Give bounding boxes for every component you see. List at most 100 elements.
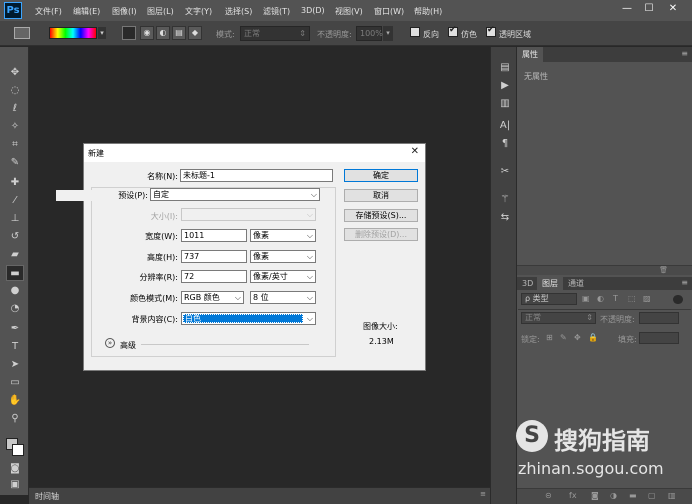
paragraph-panel-icon[interactable]: ¶ <box>497 137 513 151</box>
tab-layers[interactable]: 图层 <box>537 276 563 291</box>
height-input[interactable]: 737 <box>181 250 247 263</box>
panel-menu-icon[interactable]: ≡ <box>681 49 688 58</box>
tool-preset-icon[interactable] <box>14 27 30 39</box>
add-mask-icon[interactable]: ◙ <box>591 491 599 500</box>
layer-comps-icon[interactable]: ▥ <box>497 97 513 111</box>
filter-pixel-icon[interactable]: ▣ <box>582 294 590 303</box>
zoom-tool-icon[interactable]: ⚲ <box>6 411 24 427</box>
resolution-input[interactable]: 72 <box>181 270 247 283</box>
eraser-tool-icon[interactable]: ▰ <box>6 247 24 263</box>
opacity-dropdown-icon[interactable]: ▾ <box>383 26 393 41</box>
brush-tool-icon[interactable]: ⁄ <box>6 193 24 209</box>
reverse-checkbox[interactable] <box>410 27 420 37</box>
adjustment-layer-icon[interactable]: ◑ <box>610 491 617 500</box>
lock-all-icon[interactable]: 🔒 <box>588 333 598 342</box>
type-tool-icon[interactable]: T <box>6 339 24 355</box>
layer-filter-select[interactable]: ρ 类型 <box>521 293 577 305</box>
marquee-tool-icon[interactable]: ◌ <box>6 83 24 99</box>
opacity-input[interactable]: 100% <box>356 26 383 41</box>
history-brush-tool-icon[interactable]: ↺ <box>6 229 24 245</box>
gradient-picker[interactable] <box>49 27 97 39</box>
menu-edit[interactable]: 编辑(E) <box>73 6 100 17</box>
cancel-button[interactable]: 取消 <box>344 189 418 202</box>
eyedropper-tool-icon[interactable]: ✎ <box>6 155 24 171</box>
menu-select[interactable]: 选择(S) <box>225 6 252 17</box>
new-layer-icon[interactable]: ▢ <box>648 491 656 500</box>
brush-presets-icon[interactable]: ⚚ <box>497 193 513 207</box>
filter-type-icon[interactable]: T <box>613 294 618 303</box>
hand-tool-icon[interactable]: ✋ <box>6 393 24 409</box>
maximize-button[interactable]: ☐ <box>638 2 660 16</box>
menu-filter[interactable]: 滤镜(T) <box>263 6 290 17</box>
layer-style-icon[interactable]: fx <box>569 491 577 500</box>
filter-adjustment-icon[interactable]: ◐ <box>597 294 604 303</box>
dodge-tool-icon[interactable]: ◔ <box>6 301 24 317</box>
menu-type[interactable]: 文字(Y) <box>185 6 212 17</box>
lock-paint-icon[interactable]: ✎ <box>560 333 567 342</box>
bit-depth-select[interactable]: 8 位 ⌵ <box>250 291 316 304</box>
stamp-tool-icon[interactable]: ⊥ <box>6 211 24 227</box>
radial-gradient-icon[interactable]: ◉ <box>140 26 154 40</box>
menu-view[interactable]: 视图(V) <box>335 6 363 17</box>
dither-checkbox[interactable] <box>448 25 458 37</box>
background-color-swatch[interactable] <box>12 444 24 456</box>
background-select[interactable]: 白色 ⌵ <box>181 312 316 325</box>
reflected-gradient-icon[interactable]: ▤ <box>172 26 186 40</box>
filter-shape-icon[interactable]: ⬚ <box>628 294 636 303</box>
linear-gradient-icon[interactable] <box>122 26 136 40</box>
link-layers-icon[interactable]: ⊝ <box>545 491 552 500</box>
width-input[interactable]: 1011 <box>181 229 247 242</box>
layers-opacity-input[interactable] <box>639 312 679 324</box>
quick-mask-icon[interactable]: ◙ <box>6 461 24 477</box>
advanced-label[interactable]: 高级 <box>120 340 136 351</box>
character-panel-icon[interactable]: A| <box>497 119 513 133</box>
tab-3d[interactable]: 3D <box>517 276 538 291</box>
filter-toggle[interactable] <box>673 295 683 304</box>
timeline-label[interactable]: 时间轴 <box>35 491 59 502</box>
delete-layer-icon[interactable]: ▥ <box>668 491 676 500</box>
minimize-button[interactable]: — <box>616 2 638 16</box>
name-input[interactable]: 未标题-1 <box>180 169 333 182</box>
gradient-tool-icon[interactable]: ▬ <box>6 265 24 281</box>
move-tool-icon[interactable]: ✥ <box>6 65 24 81</box>
crop-tool-icon[interactable]: ⌗ <box>6 137 24 153</box>
tool-presets-icon[interactable]: ✂ <box>497 165 513 179</box>
new-group-icon[interactable]: ▬ <box>629 491 637 500</box>
lock-pixels-icon[interactable]: ⊞ <box>546 333 553 342</box>
path-select-tool-icon[interactable]: ➤ <box>6 357 24 373</box>
layers-menu-icon[interactable]: ≡ <box>681 278 688 287</box>
pen-tool-icon[interactable]: ✒ <box>6 321 24 337</box>
menu-window[interactable]: 窗口(W) <box>374 6 404 17</box>
menu-image[interactable]: 图像(I) <box>112 6 137 17</box>
close-icon[interactable]: ✕ <box>411 146 419 157</box>
height-unit-select[interactable]: 像素 ⌵ <box>250 250 316 263</box>
close-window-button[interactable]: ✕ <box>662 2 684 16</box>
angle-gradient-icon[interactable]: ◐ <box>156 26 170 40</box>
clone-source-icon[interactable]: ⇆ <box>497 211 513 225</box>
color-mode-select[interactable]: RGB 颜色 ⌵ <box>181 291 244 304</box>
lock-position-icon[interactable]: ✥ <box>574 333 581 342</box>
healing-tool-icon[interactable]: ✚ <box>6 175 24 191</box>
save-preset-button[interactable]: 存储预设(S)... <box>344 209 418 222</box>
mode-select[interactable]: 正常 ⇕ <box>240 26 310 41</box>
gradient-dropdown-icon[interactable]: ▾ <box>98 27 106 39</box>
lasso-tool-icon[interactable]: ℓ <box>6 101 24 117</box>
menu-3d[interactable]: 3D(D) <box>301 6 325 15</box>
trash-icon[interactable]: 🗑 <box>659 266 668 274</box>
actions-panel-icon[interactable]: ▶ <box>497 79 513 93</box>
resolution-unit-select[interactable]: 像素/英寸 ⌵ <box>250 270 316 283</box>
magic-wand-tool-icon[interactable]: ✧ <box>6 119 24 135</box>
menu-file[interactable]: 文件(F) <box>35 6 62 17</box>
blend-mode-select[interactable]: 正常 ⇕ <box>521 312 596 324</box>
blur-tool-icon[interactable]: ● <box>6 283 24 299</box>
ok-button[interactable]: 确定 <box>344 169 418 182</box>
chevron-double-down-icon[interactable]: » <box>105 338 115 348</box>
width-unit-select[interactable]: 像素 ⌵ <box>250 229 316 242</box>
tab-channels[interactable]: 通道 <box>563 276 589 291</box>
transparency-checkbox[interactable] <box>486 25 496 37</box>
fill-input[interactable] <box>639 332 679 344</box>
preset-select[interactable]: 自定 ⌵ <box>150 188 320 201</box>
filter-smart-icon[interactable]: ▨ <box>643 294 651 303</box>
screen-mode-icon[interactable]: ▣ <box>6 477 24 493</box>
history-panel-icon[interactable]: ▤ <box>497 61 513 75</box>
